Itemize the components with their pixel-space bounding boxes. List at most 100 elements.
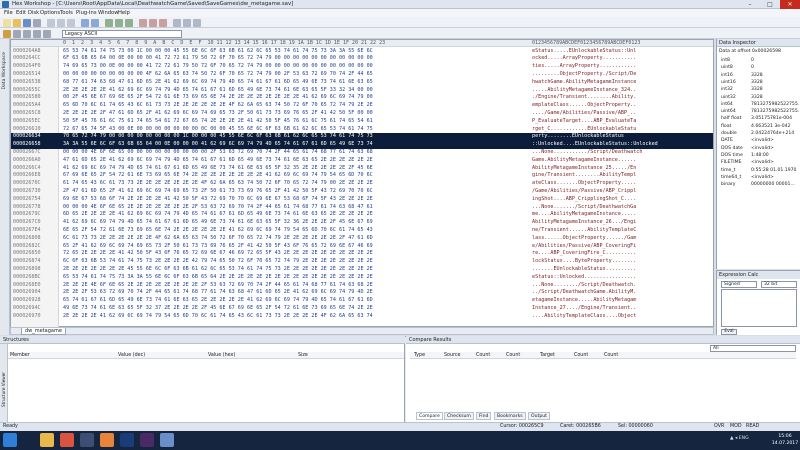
row-ascii[interactable]: hwatchGame.AbilityMetagameInstance	[532, 79, 636, 87]
row-hex-bytes[interactable]: 65 6D 70 6C 61 74 65 43 6C 61 73 73 2E 2…	[63, 102, 373, 110]
tab-compare[interactable]: Compare	[416, 412, 443, 420]
shift-right-icon[interactable]	[33, 30, 41, 38]
hex-row[interactable]: 0000266E8 67 69 6E 65 2F 54 72 61 6E 73 6…	[11, 172, 713, 180]
inspector-row[interactable]: double 2.04224764e+214	[719, 130, 799, 137]
hex-row[interactable]: 0000266A0 47 61 6D 65 2E 41 62 69 6C 69 7…	[11, 157, 713, 165]
hex-row[interactable]: 0000267E4 6E 65 2F 54 72 61 6E 73 69 65 6…	[11, 227, 713, 235]
hex-row[interactable]: 000026634 70 65 72 74 79 00 00 00 00 00 0…	[11, 133, 713, 142]
premiere-icon[interactable]	[140, 433, 154, 447]
tab-find[interactable]: Find	[476, 412, 492, 420]
signed-select[interactable]: Signed	[721, 281, 757, 288]
menu-help[interactable]: Help	[118, 9, 130, 17]
row-ascii[interactable]: ...None......./Script/DeathwatchGa	[532, 204, 636, 212]
hex-row[interactable]: 0000265C8 2E 2E 2E 2E 2F 47 61 6D 65 2F 4…	[11, 110, 713, 118]
tab-bookmarks[interactable]: Bookmarks	[494, 412, 526, 420]
shift-left-icon[interactable]	[23, 30, 31, 38]
hex-row[interactable]: 000026538 68 77 61 74 63 68 47 61 6D 65 2…	[11, 79, 713, 87]
row-hex-bytes[interactable]: 2F 47 61 6D 65 2F 41 62 69 6C 69 74 69 6…	[63, 188, 373, 196]
vlc-icon[interactable]	[100, 433, 114, 447]
row-ascii[interactable]: .....AbilityMetagameInstance_324..	[532, 87, 636, 95]
chrome-icon[interactable]	[60, 433, 74, 447]
row-hex-bytes[interactable]: 67 69 6E 65 2F 54 72 61 6E 73 69 65 6E 7…	[63, 172, 373, 180]
menu-options[interactable]: Options	[40, 9, 60, 17]
hex-row[interactable]: 000026970 2E 2E 2E 2E 41 62 69 6C 69 74 7…	[11, 313, 713, 321]
row-ascii[interactable]: ...None.........../Script/Deathwatch	[532, 149, 642, 157]
row-hex-bytes[interactable]: 72 67 65 74 5F 43 00 0E 00 00 00 00 00 0…	[63, 126, 373, 134]
minimize-button[interactable]: –	[740, 0, 760, 9]
hex-row[interactable]: 0000268BC 65 53 74 61 74 75 73 3A 3A 55 6…	[11, 274, 713, 282]
inspector-row[interactable]: int8 0	[719, 57, 799, 64]
row-hex-bytes[interactable]: 41 62 69 6C 69 74 79 4D 65 74 61 67 61 6…	[63, 165, 373, 173]
row-hex-bytes[interactable]: 2E 2E 2E 2E 2E 2E 2E 45 55 6E 6C 6F 63 6…	[63, 266, 373, 274]
key-icon[interactable]	[3, 30, 11, 38]
menu-window[interactable]: Window	[98, 9, 118, 17]
row-hex-bytes[interactable]: 70 65 72 74 79 00 00 00 00 00 00 00 00 1…	[63, 133, 373, 141]
inspector-row[interactable]: uint16 3328	[719, 79, 799, 86]
col-count-4[interactable]: Count	[604, 352, 618, 359]
hex-row[interactable]: 00002667C 00 00 00 4E 6F 6E 65 00 00 00 0…	[11, 149, 713, 157]
row-hex-bytes[interactable]: 2E 2E 2E 4E 6F 6E 65 2E 2E 2E 2E 2E 2E 2…	[63, 282, 373, 290]
col-size[interactable]: Size	[298, 352, 308, 359]
row-ascii[interactable]: ::Unlocked....EUnlockableStatus::Unlocke…	[532, 141, 658, 149]
row-hex-bytes[interactable]: 00 00 00 4E 6F 6E 65 2E 2E 2E 2E 2E 2E 2…	[63, 204, 373, 212]
hex-row[interactable]: 000026808 6C 61 73 73 2E 2E 2E 2E 2E 2E 4…	[11, 235, 713, 243]
col-value-hex[interactable]: Value (hex)	[208, 352, 235, 359]
hex-row[interactable]: 0000265A4 65 6D 70 6C 61 74 65 43 6C 61 7…	[11, 102, 713, 110]
byte-flip-icon[interactable]	[43, 30, 51, 38]
copy-icon[interactable]	[57, 19, 65, 27]
row-ascii[interactable]: e/Abilities/Passive/ABP_CoveringFi	[532, 243, 636, 251]
undo-icon[interactable]	[81, 19, 89, 27]
row-hex-bytes[interactable]: 65 53 74 61 74 75 73 3A 3A 55 6E 6C 6F 6…	[63, 274, 373, 282]
inspector-row[interactable]: uint32 3328	[719, 94, 799, 101]
row-hex-bytes[interactable]: 3A 3A 55 6E 6C 6F 63 6B 65 64 00 0E 00 0…	[63, 141, 373, 149]
file-tab[interactable]: dw_metagame	[21, 328, 66, 335]
hex-row[interactable]: 000026874 6C 6F 63 6B 53 74 61 74 75 73 2…	[11, 258, 713, 266]
col-type[interactable]: Type	[414, 352, 425, 359]
row-ascii[interactable]: re....ABP_CoveringFire_C..........	[532, 250, 636, 258]
row-ascii[interactable]: me....AbilityMetagameInstance.....	[532, 211, 636, 219]
menu-tools[interactable]: Tools	[60, 9, 73, 17]
hex-row[interactable]: 00002694C 49 6E 73 74 61 6E 63 65 5F 32 3…	[11, 305, 713, 313]
redo-icon[interactable]	[91, 19, 99, 27]
row-hex-bytes[interactable]: 2E 2E 2F 53 63 72 69 70 74 2F 44 65 61 7…	[63, 289, 373, 297]
row-hex-bytes[interactable]: 2E 2E 2E 2E 2E 41 62 69 6C 69 74 79 4D 6…	[63, 87, 373, 95]
hex-row[interactable]: 000026580 00 2F 45 6E 67 69 6E 65 2F 54 7…	[11, 94, 713, 102]
photoshop-icon[interactable]	[120, 433, 134, 447]
row-hex-bytes[interactable]: 69 6E 67 53 68 6F 74 2E 2E 2E 2E 41 42 5…	[63, 196, 373, 204]
help-icon[interactable]	[193, 19, 201, 27]
row-ascii[interactable]: AbilityMetagameInstance_25...../En	[532, 165, 636, 173]
new-file-icon[interactable]	[3, 19, 11, 27]
close-button[interactable]: ✕	[780, 0, 800, 9]
save-icon[interactable]	[23, 19, 31, 27]
row-hex-bytes[interactable]: 6E 65 2F 54 72 61 6E 73 69 65 6E 74 2E 2…	[63, 227, 373, 235]
explorer-icon[interactable]	[40, 433, 54, 447]
menu-plugins[interactable]: Plug-Ins	[76, 9, 97, 17]
row-ascii[interactable]: ./Engine/Transient........Ability.	[532, 94, 636, 102]
operations-icon[interactable]	[13, 30, 21, 38]
inspector-row[interactable]: DATE <invalid>	[719, 137, 799, 144]
col-member[interactable]: Member	[10, 352, 30, 359]
row-ascii[interactable]: ocked.....ArrayProperty...........	[532, 55, 636, 63]
hex-row[interactable]: 000026730 2F 47 61 6D 65 2F 41 62 69 6C 6…	[11, 188, 713, 196]
row-ascii[interactable]: lockStatus....ByteProperty........	[532, 258, 636, 266]
col-count-2[interactable]: Count	[506, 352, 520, 359]
col-value-dec[interactable]: Value (dec)	[118, 352, 145, 359]
open-folder-icon[interactable]	[13, 19, 21, 27]
row-hex-bytes[interactable]: 00 00 00 00 00 00 00 00 00 4F 62 6A 65 6…	[63, 71, 373, 79]
bit-width-select[interactable]: 32 bit	[761, 281, 797, 288]
menu-file[interactable]: File	[4, 9, 13, 17]
hex-row[interactable]: 000026514 00 00 00 00 00 00 00 00 00 4F 6…	[11, 71, 713, 79]
row-ascii[interactable]: etagameInstance.....AbilityMetagam	[532, 297, 636, 305]
hex-row[interactable]: 0000267C0 41 62 69 6C 69 74 79 4D 65 74 6…	[11, 219, 713, 227]
row-hex-bytes[interactable]: 41 62 69 6C 69 74 79 4D 65 74 61 67 61 6…	[63, 219, 373, 227]
inspector-row[interactable]: half float 3.05175781e-004	[719, 115, 799, 122]
inspector-row[interactable]: DOS time 1:48:00	[719, 152, 799, 159]
system-tray[interactable]: ▲ ◂ ENG	[730, 436, 749, 441]
row-hex-bytes[interactable]: 2E 2E 2E 2E 41 62 69 6C 69 74 79 54 65 6…	[63, 313, 373, 321]
inspector-row[interactable]: int16 3328	[719, 72, 799, 79]
hex-row[interactable]: 00002670C 61 74 65 43 6C 61 73 73 2E 2E 2…	[11, 180, 713, 188]
expression-input[interactable]	[721, 289, 797, 327]
row-ascii[interactable]: rget_C............EUnlockableStatu	[532, 126, 636, 134]
hex-row[interactable]: 0000265EC 50 5F 45 76 61 6C 75 61 74 65 5…	[11, 118, 713, 126]
row-ascii[interactable]: eStatus::Unlocked.................	[532, 274, 636, 282]
